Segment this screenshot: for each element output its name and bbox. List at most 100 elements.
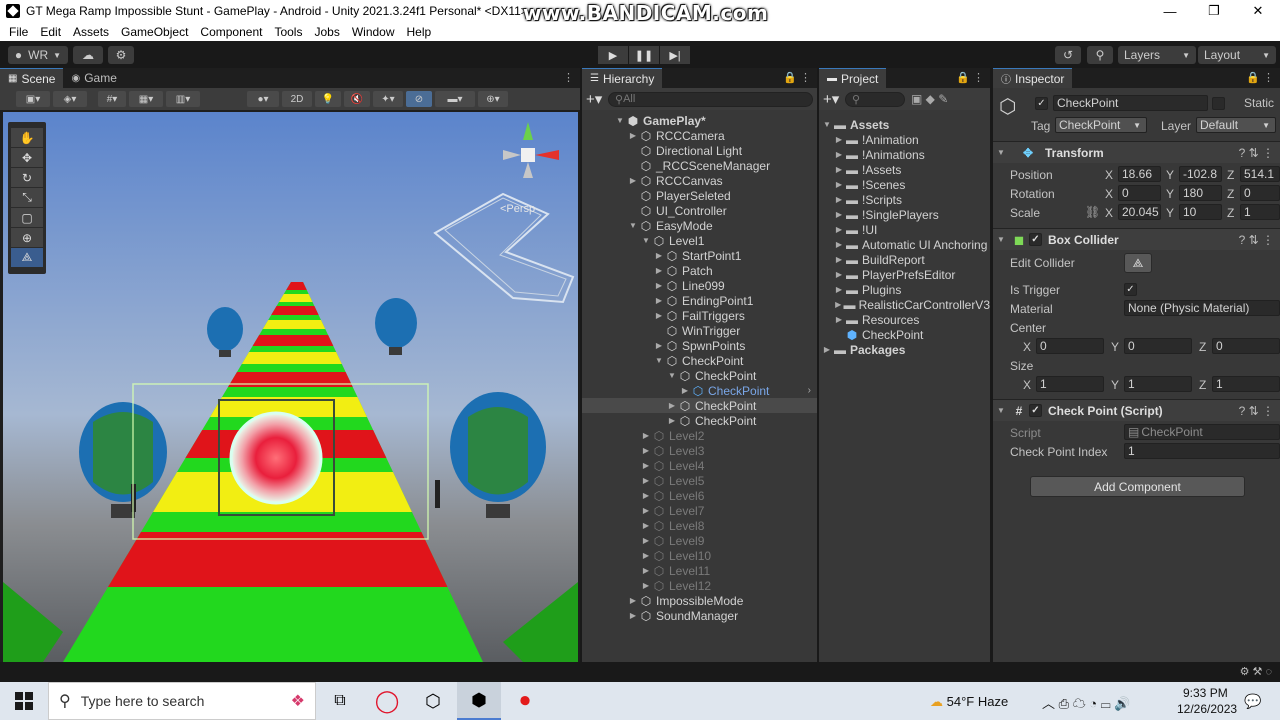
- active-checkbox[interactable]: ✓: [1035, 97, 1048, 110]
- center-y-field[interactable]: 0: [1124, 338, 1192, 354]
- hidden-objects-toggle[interactable]: ⊘: [406, 91, 432, 107]
- material-field[interactable]: None (Physic Material): [1124, 300, 1280, 316]
- hierarchy-item[interactable]: ⬡ Directional Light: [582, 143, 817, 158]
- tab-inspector[interactable]: ⓘ Inspector: [993, 68, 1073, 88]
- collapse-arrow-icon[interactable]: ▶: [833, 285, 845, 294]
- close-button[interactable]: ✕: [1236, 0, 1280, 22]
- history-button[interactable]: ↺: [1055, 46, 1081, 64]
- taskbar-search-input[interactable]: ⚲ Type here to search ❖: [48, 682, 316, 720]
- collapse-arrow-icon[interactable]: ▶: [640, 581, 652, 590]
- account-dropdown[interactable]: ● WR ▼: [8, 46, 68, 64]
- hierarchy-item[interactable]: ▼ ⬡ CheckPoint: [582, 368, 817, 383]
- hierarchy-item[interactable]: ⬡ WinTrigger: [582, 323, 817, 338]
- hierarchy-item[interactable]: ▶ ⬡ SoundManager: [582, 608, 817, 623]
- notification-icon[interactable]: 💬: [1244, 693, 1261, 710]
- collapse-arrow-icon[interactable]: ▶: [640, 506, 652, 515]
- clock-date[interactable]: 12/26/2023: [1177, 702, 1237, 716]
- menu-assets[interactable]: Assets: [67, 25, 115, 39]
- static-checkbox[interactable]: [1212, 97, 1225, 110]
- hierarchy-item[interactable]: ▶ ⬡ RCCCanvas: [582, 173, 817, 188]
- step-button[interactable]: ▶|: [660, 46, 690, 64]
- audio-toggle[interactable]: 🔇: [344, 91, 370, 107]
- box-collider-enabled-checkbox[interactable]: ✓: [1029, 233, 1042, 246]
- weather-widget[interactable]: ☁ 54°F Haze: [930, 694, 1008, 710]
- collapse-arrow-icon[interactable]: ▶: [833, 240, 845, 249]
- tab-project[interactable]: ▬ Project: [819, 68, 887, 88]
- component-menu-icons[interactable]: ? ⇅ ⋮: [1239, 233, 1274, 247]
- increment-snap-button[interactable]: ▥▾: [166, 91, 200, 107]
- lock-icon[interactable]: 🔒 ⋮: [783, 71, 811, 84]
- custom-tool-button[interactable]: ⟁: [11, 248, 43, 267]
- project-item[interactable]: ▶ ▬ Plugins: [819, 282, 990, 297]
- minimize-button[interactable]: —: [1148, 0, 1192, 22]
- hierarchy-item[interactable]: ▶ ⬡ Level4: [582, 458, 817, 473]
- component-menu-icons[interactable]: ? ⇅ ⋮: [1239, 404, 1274, 418]
- unity-hub-button[interactable]: ⬡: [411, 682, 455, 720]
- collapse-arrow-icon[interactable]: ▶: [627, 176, 639, 185]
- hierarchy-item[interactable]: ▼ ⬡ CheckPoint: [582, 353, 817, 368]
- hierarchy-item[interactable]: ▶ ⬡ SpwnPoints: [582, 338, 817, 353]
- hierarchy-item[interactable]: ⬡ PlayerSeleted: [582, 188, 817, 203]
- rotation-z-field[interactable]: 0: [1240, 185, 1280, 201]
- render-mode-button[interactable]: ●▾: [247, 91, 279, 107]
- hierarchy-item[interactable]: ▶ ⬡ CheckPoint ›: [582, 383, 817, 398]
- collapse-arrow-icon[interactable]: ▶: [833, 315, 845, 324]
- expand-arrow-icon[interactable]: ▼: [614, 116, 626, 125]
- is-trigger-checkbox[interactable]: ✓: [1124, 283, 1137, 296]
- collapse-arrow-icon[interactable]: ▶: [653, 266, 665, 275]
- create-asset-button[interactable]: +▾: [823, 90, 845, 108]
- menu-edit[interactable]: Edit: [34, 25, 67, 39]
- camera-settings-button[interactable]: ▬▾: [435, 91, 475, 107]
- menu-gameobject[interactable]: GameObject: [115, 25, 194, 39]
- menu-jobs[interactable]: Jobs: [308, 25, 345, 39]
- project-search-input[interactable]: ⚲: [845, 91, 905, 107]
- collapse-arrow-icon[interactable]: ▶: [666, 416, 678, 425]
- collapse-arrow-icon[interactable]: ▶: [679, 386, 691, 395]
- collapse-arrow-icon[interactable]: ▶: [653, 296, 665, 305]
- rect-tool-button[interactable]: ▢: [11, 208, 43, 227]
- center-x-field[interactable]: 0: [1036, 338, 1104, 354]
- hierarchy-item[interactable]: ▼ ⬡ Level1: [582, 233, 817, 248]
- collapse-arrow-icon[interactable]: ▶: [653, 311, 665, 320]
- link-icon[interactable]: ⛓: [1085, 205, 1100, 219]
- collapse-arrow-icon[interactable]: ▶: [640, 536, 652, 545]
- project-item[interactable]: ▶ ▬ BuildReport: [819, 252, 990, 267]
- hierarchy-item[interactable]: ▶ ⬡ Level11: [582, 563, 817, 578]
- task-view-button[interactable]: ⧉: [318, 682, 362, 720]
- status-icons[interactable]: ⚙ ⚒ ◌: [1240, 665, 1272, 678]
- scale-tool-button[interactable]: ⤡: [11, 188, 43, 207]
- project-item[interactable]: ▶ ▬ !Scenes: [819, 177, 990, 192]
- script-enabled-checkbox[interactable]: ✓: [1029, 404, 1042, 417]
- hierarchy-item[interactable]: ▶ ⬡ Level6: [582, 488, 817, 503]
- grid-button[interactable]: ▦▾: [129, 91, 163, 107]
- expand-arrow-icon[interactable]: ▼: [666, 371, 678, 380]
- menu-file[interactable]: File: [3, 25, 34, 39]
- collapse-arrow-icon[interactable]: ▶: [833, 195, 845, 204]
- lighting-toggle[interactable]: 💡: [315, 91, 341, 107]
- start-button[interactable]: [2, 682, 46, 720]
- hierarchy-search-input[interactable]: ⚲ All: [608, 91, 813, 107]
- add-component-button[interactable]: Add Component: [1030, 476, 1245, 497]
- scene-viewport[interactable]: <Persp ✋ ✥ ↻ ⤡ ▢ ⊕ ⟁: [3, 112, 578, 662]
- project-item[interactable]: ▶ ▬ !Assets: [819, 162, 990, 177]
- tray-icons[interactable]: ︿ ⎙ ☁ ◔ ▭ 🔊: [1042, 693, 1130, 712]
- collapse-arrow-icon[interactable]: ▶: [640, 491, 652, 500]
- size-y-field[interactable]: 1: [1124, 376, 1192, 392]
- clock-time[interactable]: 9:33 PM: [1183, 686, 1228, 700]
- checkpoint-script-header[interactable]: ▼ # ✓ Check Point (Script) ? ⇅ ⋮: [993, 399, 1280, 421]
- center-z-field[interactable]: 0: [1212, 338, 1280, 354]
- hierarchy-item[interactable]: ▼ ⬡ EasyMode: [582, 218, 817, 233]
- tab-hierarchy[interactable]: ☰ Hierarchy: [582, 68, 663, 88]
- project-item[interactable]: ▶ ▬ !SinglePlayers: [819, 207, 990, 222]
- gizmos-button[interactable]: ⊕▾: [478, 91, 508, 107]
- hierarchy-item[interactable]: ▶ ⬡ Level5: [582, 473, 817, 488]
- collapse-arrow-icon[interactable]: ▶: [833, 255, 845, 264]
- pause-button[interactable]: ❚❚: [629, 46, 659, 64]
- size-z-field[interactable]: 1: [1212, 376, 1280, 392]
- transform-tool-button[interactable]: ⊕: [11, 228, 43, 247]
- transform-header[interactable]: ▼ ✥ Transform ? ⇅ ⋮: [993, 141, 1280, 163]
- collapse-arrow-icon[interactable]: ▶: [640, 446, 652, 455]
- collapse-arrow-icon[interactable]: ▶: [640, 551, 652, 560]
- collapse-arrow-icon[interactable]: ▶: [627, 596, 639, 605]
- shading-button[interactable]: ◈▾: [53, 91, 87, 107]
